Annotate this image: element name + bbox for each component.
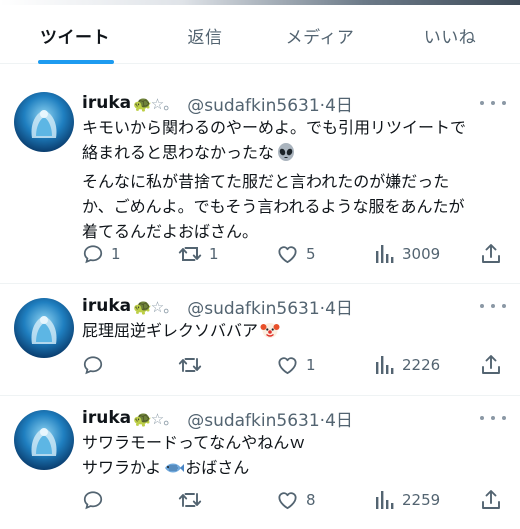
tweet-text: 屁理屈逆ギレクソババア xyxy=(82,318,508,347)
handle: @sudafkin5631·4日 xyxy=(187,95,353,116)
alien-emoji xyxy=(276,142,296,169)
name-decoration: 🐢☆。 xyxy=(133,409,178,428)
reply-button[interactable]: 1 xyxy=(82,239,121,269)
tab-label: いいね xyxy=(423,27,477,48)
view-count: 2259 xyxy=(402,491,441,509)
reply-button[interactable] xyxy=(82,485,111,515)
like-button[interactable]: 5 xyxy=(276,239,316,269)
avatar[interactable] xyxy=(14,92,74,152)
like-count: 8 xyxy=(306,491,316,509)
tab-label: ツイート xyxy=(40,27,110,48)
clown-emoji xyxy=(260,320,280,347)
analytics-icon xyxy=(376,245,394,263)
retweet-button[interactable] xyxy=(178,350,209,380)
heart-icon xyxy=(278,357,297,375)
view-count: 3009 xyxy=(402,245,441,263)
name-decoration: 🐢☆。 xyxy=(133,297,178,316)
reply-count: 1 xyxy=(111,245,121,263)
views-button[interactable]: 2226 xyxy=(375,350,440,380)
fish-emoji xyxy=(163,459,185,484)
tab-tweets[interactable]: ツイート xyxy=(0,6,150,64)
views-button[interactable]: 2259 xyxy=(375,485,440,515)
more-options-icon[interactable] xyxy=(480,407,506,429)
tweet-actions: 1 2226 xyxy=(82,350,508,380)
share-button[interactable] xyxy=(480,239,502,269)
view-count: 2226 xyxy=(402,356,441,374)
tab-media[interactable]: メディア xyxy=(260,6,380,64)
name-decoration: 🐢☆。 xyxy=(133,94,178,113)
display-name[interactable]: iruka xyxy=(82,296,131,316)
tweet-text: キモいから関わるのやーめよ。でも引用リツイートで 絡まれると思わなかったな そん… xyxy=(82,118,467,241)
reply-button[interactable] xyxy=(82,350,111,380)
tweet[interactable]: iruka 🐢☆。 @sudafkin5631·4日 屁理屈逆ギレクソババア 1… xyxy=(0,284,520,396)
display-name[interactable]: iruka xyxy=(82,408,131,428)
avatar[interactable] xyxy=(14,410,74,470)
heart-icon xyxy=(278,246,297,264)
handle: @sudafkin5631·4日 xyxy=(187,298,353,319)
like-button[interactable]: 1 xyxy=(276,350,316,380)
reply-icon xyxy=(83,356,103,375)
retweet-button[interactable] xyxy=(178,485,209,515)
reply-icon xyxy=(83,245,103,264)
reply-icon xyxy=(83,491,103,510)
like-count: 1 xyxy=(306,356,316,374)
retweet-button[interactable]: 1 xyxy=(178,239,219,269)
more-options-icon[interactable] xyxy=(480,295,506,317)
retweet-icon xyxy=(178,247,202,261)
share-icon xyxy=(482,244,500,263)
retweet-icon xyxy=(178,358,202,372)
analytics-icon xyxy=(376,491,394,509)
tweet-text: サワラモードってなんやねんｗ サワラかよ おばさん xyxy=(82,430,508,484)
tab-likes[interactable]: いいね xyxy=(390,6,510,64)
heart-icon xyxy=(278,492,297,510)
more-options-icon[interactable] xyxy=(480,92,506,114)
share-icon xyxy=(482,490,500,509)
tab-label: 返信 xyxy=(187,27,223,48)
like-button[interactable]: 8 xyxy=(276,485,316,515)
avatar[interactable] xyxy=(14,298,74,358)
profile-tabs: ツイート 返信 メディア いいね xyxy=(0,6,520,64)
views-button[interactable]: 3009 xyxy=(375,239,440,269)
handle: @sudafkin5631·4日 xyxy=(187,410,353,431)
share-button[interactable] xyxy=(480,485,502,515)
tweet-actions: 1 1 5 3009 xyxy=(82,239,508,269)
tab-replies[interactable]: 返信 xyxy=(150,6,260,64)
share-icon xyxy=(482,355,500,374)
retweet-count: 1 xyxy=(209,245,219,263)
tweet-header: iruka 🐢☆。 @sudafkin5631·4日 xyxy=(82,405,510,431)
share-button[interactable] xyxy=(480,350,502,380)
analytics-icon xyxy=(376,356,394,374)
display-name[interactable]: iruka xyxy=(82,93,131,113)
tweet[interactable]: iruka 🐢☆。 @sudafkin5631·4日 サワラモードってなんやねん… xyxy=(0,396,520,529)
tab-label: メディア xyxy=(285,27,355,48)
tweet-header: iruka 🐢☆。 @sudafkin5631·4日 xyxy=(82,90,510,116)
tweet-header: iruka 🐢☆。 @sudafkin5631·4日 xyxy=(82,293,510,319)
tweet-actions: 8 2259 xyxy=(82,485,508,515)
retweet-icon xyxy=(178,493,202,507)
tweet[interactable]: iruka 🐢☆。 @sudafkin5631·4日 キモいから関わるのやーめよ… xyxy=(0,64,520,284)
like-count: 5 xyxy=(306,245,316,263)
